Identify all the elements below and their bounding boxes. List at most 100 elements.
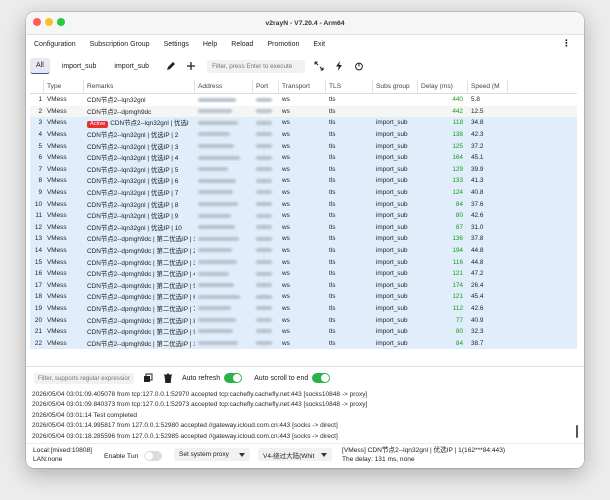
table-row[interactable]: 15 VMess CDN节点2--dpmgh9dc | 第二优选IP | 3 ws tl… — [30, 256, 577, 268]
table-row[interactable]: 10 VMess CDN节点2--lqn32gnl | 优选IP | 8 ws tls i… — [30, 198, 577, 210]
system-proxy-select[interactable]: Set system proxy — [174, 448, 250, 461]
log-line: 2026/05/04 03:01:09.840373 from tcp:127.… — [32, 401, 368, 409]
table-row[interactable]: 19 VMess CDN节点2--dpmgh9dc | 第二优选IP | 7 ws tl… — [30, 302, 577, 315]
row-index: 19 — [34, 304, 42, 312]
menu-promotion[interactable]: Promotion — [267, 41, 299, 48]
row-port-redacted — [253, 166, 279, 173]
row-remarks-cell: CDN节点2--lqn32gnl — [84, 95, 195, 104]
row-transport: ws — [282, 142, 290, 150]
copy-icon[interactable] — [142, 372, 154, 384]
row-tls: tls — [329, 154, 336, 162]
table-row[interactable]: 20 VMess CDN节点2--dpmgh9dc | 第二优选IP | 8 ws tl… — [30, 314, 577, 326]
column-header-subs-group[interactable]: Subs group — [373, 80, 418, 93]
row-transport: ws — [282, 316, 290, 324]
table-row[interactable]: 9 VMess CDN节点2--lqn32gnl | 优选IP | 7 ws tls im… — [30, 186, 577, 199]
row-type: VMess — [47, 281, 67, 289]
row-port-redacted — [253, 305, 279, 312]
table-row[interactable]: 18 VMess CDN节点2--dpmgh9dc | 第二优选IP | 6 ws tl… — [30, 291, 577, 303]
tab-import-sub-2[interactable]: import_sub — [108, 59, 155, 74]
column-header-speed[interactable]: Speed (M — [468, 80, 508, 93]
menu-settings[interactable]: Settings — [164, 41, 189, 48]
row-type: VMess — [47, 235, 67, 243]
menu-subscription-group[interactable]: Subscription Group — [90, 41, 150, 48]
table-row[interactable]: 5 VMess CDN节点2--lqn32gnl | 优选IP | 3 ws tls im… — [30, 140, 577, 152]
menu-help[interactable]: Help — [203, 41, 217, 48]
row-delay: 121 — [452, 293, 463, 301]
column-header-type[interactable]: Type — [44, 80, 84, 93]
menu-reload[interactable]: Reload — [231, 41, 253, 48]
enable-tun-toggle[interactable] — [144, 451, 163, 461]
edit-pencil-icon[interactable] — [165, 60, 177, 72]
row-address-redacted — [195, 212, 253, 219]
redacted-address-blur — [198, 213, 231, 218]
table-row[interactable]: 12 VMess CDN节点2--lqn32gnl | 优选IP | 10 ws tls… — [30, 221, 577, 234]
table-row[interactable]: 11 VMess CDN节点2--lqn32gnl | 优选IP | 9 ws tls i… — [30, 209, 577, 222]
row-port-redacted — [253, 189, 279, 196]
table-row[interactable]: 3 VMess Active CDN节点2--lqn32gnl | 优选I ws tls i… — [30, 117, 577, 129]
zoom-window-button[interactable] — [57, 18, 65, 26]
minimize-window-button[interactable] — [45, 18, 53, 26]
row-index: 8 — [38, 177, 42, 185]
tab-import-sub-1[interactable]: import_sub — [56, 59, 103, 74]
pane-divider[interactable] — [26, 366, 584, 367]
row-type: VMess — [47, 142, 67, 150]
server-filter-input[interactable] — [207, 59, 306, 73]
row-subs-group: import_sub — [376, 281, 408, 289]
more-vertical-icon[interactable]: ⋮ — [562, 38, 571, 49]
row-remarks: CDN节点2--dpmgh9dc | 第二优选IP | 8 — [87, 317, 195, 325]
row-tls: tls — [329, 131, 336, 139]
expand-arrows-icon[interactable] — [313, 60, 325, 72]
row-subs-group: import_sub — [376, 119, 408, 127]
table-row[interactable]: 13 VMess CDN节点2--dpmgh9dc | 第二优选IP | 1 ws tl… — [30, 233, 577, 245]
row-remarks: CDN节点2--dpmgh9dc | 第二优选IP | 1 — [87, 236, 195, 244]
table-row[interactable]: 14 VMess CDN节点2--dpmgh9dc | 第二优选IP | 2 ws tl… — [30, 244, 577, 257]
row-port-redacted — [253, 270, 279, 277]
row-port-redacted — [253, 293, 279, 300]
auto-refresh-toggle[interactable] — [224, 373, 243, 383]
table-row[interactable]: 16 VMess CDN节点2--dpmgh9dc | 第二优选IP | 4 ws tl… — [30, 267, 577, 280]
table-row[interactable]: 6 VMess CDN节点2--lqn32gnl | 优选IP | 4 ws tls im… — [30, 151, 577, 164]
trash-icon[interactable] — [162, 372, 174, 384]
row-remarks-cell: CDN节点2--lqn32gnl | 优选IP | 4 — [84, 153, 195, 162]
column-header-port[interactable]: Port — [253, 80, 279, 93]
row-port-redacted — [253, 282, 279, 289]
speedtest-lightning-icon[interactable] — [333, 60, 345, 72]
column-header-transport[interactable]: Transport — [279, 80, 326, 93]
table-row[interactable]: 2 VMess CDN节点2--dpmgh9dc ws tls 442 12.5 — [30, 105, 577, 118]
column-header-remarks[interactable]: Remarks — [84, 80, 195, 93]
row-tls: tls — [329, 258, 336, 266]
row-remarks: CDN节点2--dpmgh9dc | 第二优选IP | 6 — [87, 294, 195, 302]
close-window-button[interactable] — [33, 18, 41, 26]
row-speed: 41.3 — [471, 177, 484, 185]
row-subs-group: import_sub — [376, 131, 408, 139]
row-subs-group: import_sub — [376, 177, 408, 185]
log-scrollbar[interactable] — [576, 425, 578, 438]
menu-exit[interactable]: Exit — [313, 41, 325, 48]
row-speed: 37.2 — [471, 142, 484, 150]
column-header-tls[interactable]: TLS — [326, 80, 373, 93]
menu-configuration[interactable]: Configuration — [34, 41, 76, 48]
table-row[interactable]: 4 VMess CDN节点2--lqn32gnl | 优选IP | 2 ws tls im… — [30, 128, 577, 141]
tab-all[interactable]: All — [30, 58, 50, 74]
table-row[interactable]: 8 VMess CDN节点2--lqn32gnl | 优选IP | 6 ws tls im… — [30, 175, 577, 187]
refresh-icon[interactable] — [353, 60, 365, 72]
log-line: 2026/05/04 03:01:09.405078 from tcp:127.… — [32, 391, 368, 398]
app-window: v2rayN - V7.20.4 - Arm64 Configuration S… — [26, 12, 584, 468]
row-tls: tls — [329, 177, 336, 185]
table-row[interactable]: 17 VMess CDN节点2--dpmgh9dc | 第二优选IP | 5 ws tl… — [30, 279, 577, 292]
table-row[interactable]: 22 VMess CDN节点2--dpmgh9dc | 第二优选IP | 10 ws t… — [30, 337, 577, 350]
row-address-redacted — [195, 131, 253, 138]
log-filter-input[interactable] — [34, 372, 134, 384]
add-plus-icon[interactable] — [185, 60, 197, 72]
row-delay: 121 — [452, 270, 463, 278]
row-remarks: CDN节点2--lqn32gnl | 优选IP | 9 — [87, 213, 179, 221]
table-row[interactable]: 7 VMess CDN节点2--lqn32gnl | 优选IP | 5 ws tls im… — [30, 163, 577, 176]
column-header-address[interactable]: Address — [195, 80, 253, 93]
row-address-redacted — [195, 235, 253, 242]
table-row[interactable]: 21 VMess CDN节点2--dpmgh9dc | 第二优选IP | 9 ws tl… — [30, 325, 577, 338]
column-header-delay[interactable]: Delay (ms) — [418, 80, 468, 93]
routing-select[interactable]: V4-绕过大陆(Whit — [258, 448, 332, 461]
row-remarks-cell: CDN节点2--dpmgh9dc | 第二优选IP | 10 — [84, 339, 195, 348]
table-row[interactable]: 1 VMess CDN节点2--lqn32gnl ws tls 440 5.8 — [30, 94, 577, 106]
auto-scroll-toggle[interactable] — [312, 373, 331, 383]
